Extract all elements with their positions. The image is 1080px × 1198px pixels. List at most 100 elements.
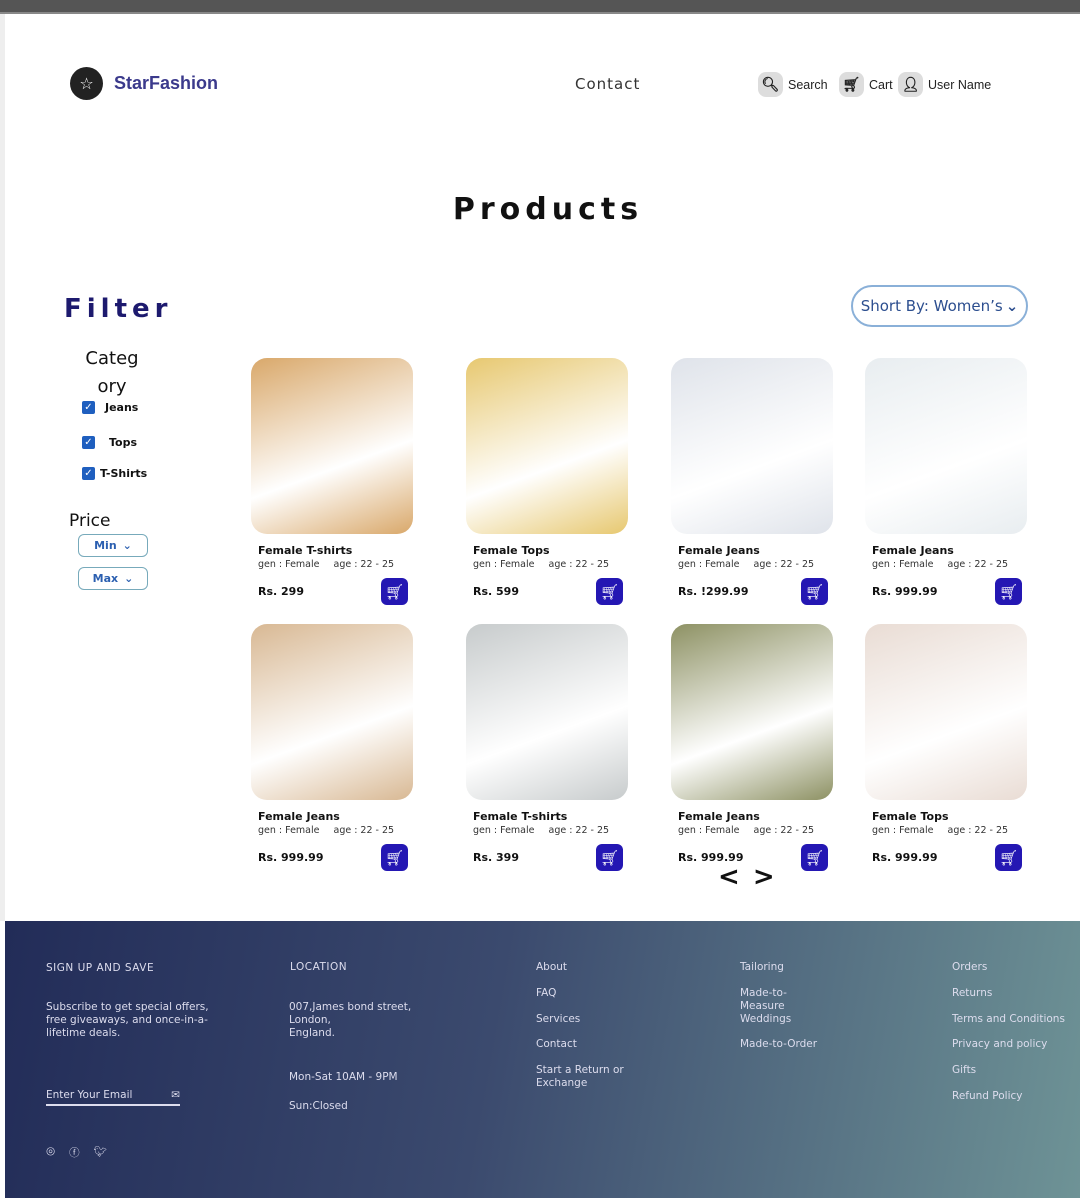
product-age: age : 22 - 25 [548,825,610,836]
product-name[interactable]: Female Jeans [678,810,851,823]
checkbox-tshirts[interactable]: ✓ T-Shirts [82,467,147,480]
cart-button[interactable]: 🛒︎ Cart [839,72,893,97]
product-gender: gen : Female [678,825,740,836]
twitter-icon[interactable]: 🐦︎ [94,1145,107,1160]
address: 007,James bond street, London, England. [289,1001,411,1040]
price-max-dropdown[interactable]: Max ⌄ [78,567,148,590]
cart-icon: 🛒︎ [839,72,864,97]
product-image[interactable] [466,624,628,800]
checkbox-label: Tops [109,436,138,449]
product-image[interactable] [251,358,413,534]
footer-link[interactable]: Tailoring [740,961,830,974]
add-to-cart-button[interactable]: 🛒︎ [801,578,828,605]
footer-link[interactable]: Weddings [740,1013,830,1026]
product-name[interactable]: Female Jeans [678,544,851,557]
product-card[interactable]: Female Jeans gen : Female age : 22 - 25 R… [671,358,851,605]
star-logo-icon[interactable]: ☆ [70,67,103,100]
product-gender: gen : Female [872,825,934,836]
facebook-icon[interactable]: ⓕ [69,1145,80,1160]
add-to-cart-button[interactable]: 🛒︎ [596,844,623,871]
next-page-button[interactable]: > [753,862,777,892]
sort-dropdown[interactable]: Short By: Women’s ⌄ [851,285,1028,327]
user-button[interactable]: 👤︎ User Name [898,72,991,97]
product-card[interactable]: Female T-shirts gen : Female age : 22 - 2… [251,358,431,605]
footer-link[interactable]: FAQ [536,987,626,1000]
add-to-cart-button[interactable]: 🛒︎ [995,844,1022,871]
max-label: Max [92,572,119,585]
product-name[interactable]: Female Tops [872,810,1045,823]
search-icon: 🔍︎ [758,72,783,97]
instagram-icon[interactable]: ◎ [46,1145,55,1160]
sort-label: Short By: Women’s [860,297,1003,315]
footer-link[interactable]: Made-to-Measure [740,987,830,1013]
social-links: ◎ ⓕ 🐦︎ [46,1145,107,1160]
filter-heading: Filter [64,294,173,324]
footer-link[interactable]: Start a Return or Exchange [536,1064,626,1090]
chevron-down-icon: ⌄ [122,539,132,552]
product-image[interactable] [865,358,1027,534]
footer: SIGN UP AND SAVE Subscribe to get specia… [5,921,1080,1198]
add-to-cart-button[interactable]: 🛒︎ [381,578,408,605]
product-age: age : 22 - 25 [753,559,815,570]
product-card[interactable]: Female Jeans gen : Female age : 22 - 25 R… [251,624,431,871]
product-price: Rs. 999.99 [872,585,938,598]
signup-text: Subscribe to get special offers, free gi… [46,1001,209,1039]
footer-link[interactable]: Returns [952,987,1072,1000]
product-card[interactable]: Female Jeans gen : Female age : 22 - 25 R… [865,358,1045,605]
address-line: 007,James bond street, [289,1001,412,1013]
product-image[interactable] [671,358,833,534]
cart-icon: 🛒︎ [384,582,405,601]
product-gender: gen : Female [258,825,320,836]
product-card[interactable]: Female Jeans gen : Female age : 22 - 25 R… [671,624,851,871]
product-name[interactable]: Female T-shirts [258,544,431,557]
nav-contact-link[interactable]: Contact [575,75,640,93]
product-image[interactable] [251,624,413,800]
search-button[interactable]: 🔍︎ Search [758,72,828,97]
footer-link[interactable]: Terms and Conditions [952,1013,1072,1026]
prev-page-button[interactable]: < [718,862,742,892]
product-gender: gen : Female [258,559,320,570]
sunday-hours: Sun:Closed [289,1100,348,1112]
footer-link[interactable]: Refund Policy [952,1090,1072,1103]
footer-link[interactable]: Orders [952,961,1072,974]
add-to-cart-button[interactable]: 🛒︎ [801,844,828,871]
price-min-dropdown[interactable]: Min ⌄ [78,534,148,557]
location-title: LOCATION [290,961,348,973]
add-to-cart-button[interactable]: 🛒︎ [995,578,1022,605]
checkbox-label: Jeans [105,401,139,414]
footer-link[interactable]: Gifts [952,1064,1072,1077]
min-label: Min [94,539,117,552]
browser-top-bar [0,0,1080,14]
footer-link[interactable]: Made-to-Order [740,1038,830,1051]
chevron-down-icon: ⌄ [1005,297,1019,315]
checkbox-tops[interactable]: ✓ Tops [82,436,137,449]
footer-link[interactable]: Privacy and policy [952,1038,1072,1051]
product-age: age : 22 - 25 [947,825,1009,836]
product-image[interactable] [865,624,1027,800]
product-image[interactable] [671,624,833,800]
address-line: England. [289,1027,335,1039]
footer-link[interactable]: About [536,961,626,974]
footer-link[interactable]: Services [536,1013,626,1026]
product-gender: gen : Female [678,559,740,570]
product-name[interactable]: Female T-shirts [473,810,646,823]
product-name[interactable]: Female Jeans [872,544,1045,557]
product-price: Rs. 999.99 [258,851,324,864]
email-input[interactable]: Enter Your Email ✉ [46,1089,180,1106]
add-to-cart-button[interactable]: 🛒︎ [596,578,623,605]
product-gender: gen : Female [872,559,934,570]
product-card[interactable]: Female T-shirts gen : Female age : 22 - 2… [466,624,646,871]
cart-icon: 🛒︎ [599,582,620,601]
cart-icon: 🛒︎ [804,848,825,867]
product-name[interactable]: Female Jeans [258,810,431,823]
product-card[interactable]: Female Tops gen : Female age : 22 - 25 Rs… [865,624,1045,871]
add-to-cart-button[interactable]: 🛒︎ [381,844,408,871]
send-mail-icon[interactable]: ✉ [171,1089,180,1101]
product-name[interactable]: Female Tops [473,544,646,557]
product-card[interactable]: Female Tops gen : Female age : 22 - 25 Rs… [466,358,646,605]
brand-name[interactable]: StarFashion [114,73,218,94]
product-image[interactable] [466,358,628,534]
checkbox-jeans[interactable]: ✓ Jeans [82,401,138,414]
cart-label: Cart [869,77,893,92]
footer-link[interactable]: Contact [536,1038,626,1051]
